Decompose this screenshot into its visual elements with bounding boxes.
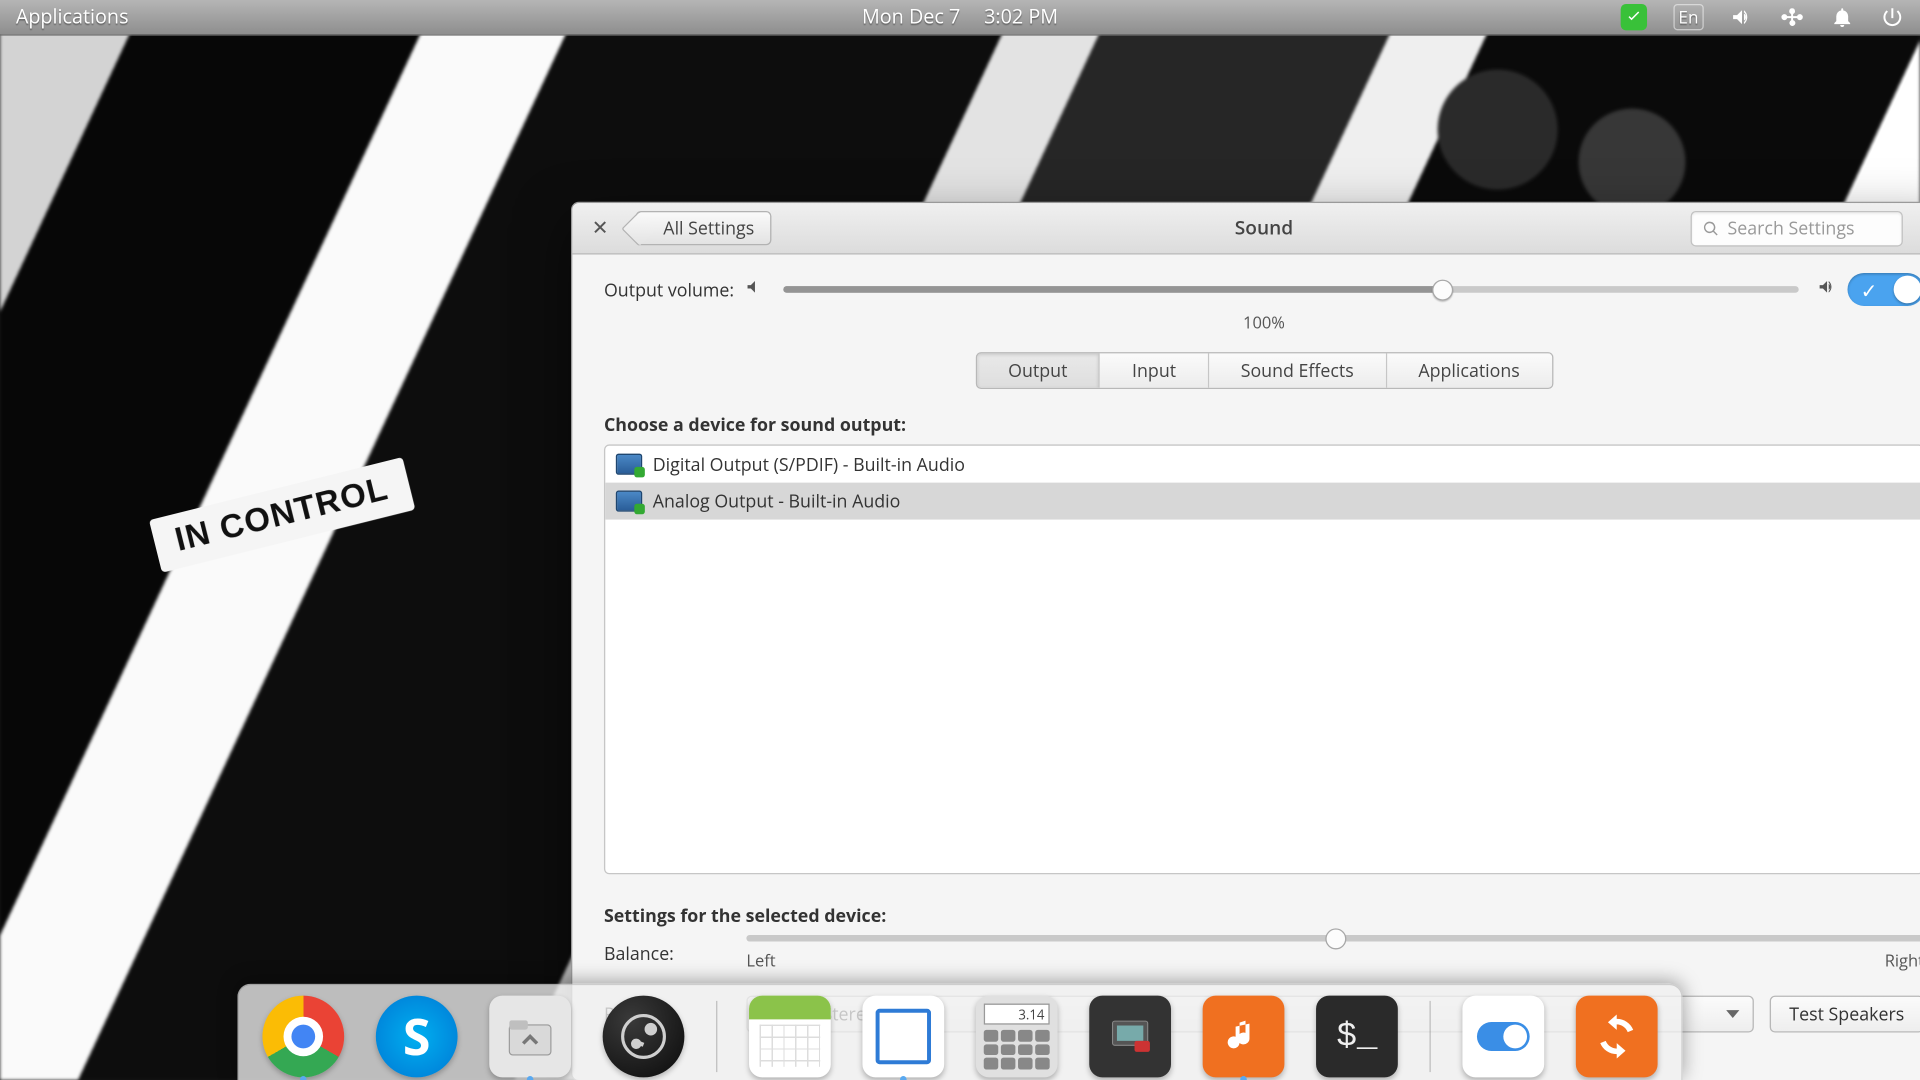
output-volume-label: Output volume:	[604, 278, 734, 302]
dock-update-icon[interactable]	[1576, 996, 1658, 1078]
output-device-list: Digital Output (S/PDIF) - Built-in Audio…	[604, 444, 1920, 874]
tab-output[interactable]: Output	[976, 353, 1100, 387]
dock-screenshot-icon[interactable]	[1089, 996, 1171, 1078]
dock-files-icon[interactable]	[489, 996, 571, 1078]
sound-tabs: Output Input Sound Effects Applications	[975, 352, 1553, 389]
sound-settings-window: ✕ All Settings Sound Search Settings Out…	[571, 202, 1920, 1080]
tab-sound-effects[interactable]: Sound Effects	[1209, 353, 1387, 387]
applications-menu[interactable]: Applications	[16, 4, 129, 30]
notifications-indicator-icon[interactable]	[1830, 5, 1854, 29]
sound-card-icon	[616, 491, 642, 512]
dock-chrome-icon[interactable]	[262, 996, 344, 1078]
tab-applications[interactable]: Applications	[1387, 353, 1552, 387]
search-placeholder: Search Settings	[1727, 216, 1854, 240]
dock-separator	[716, 1001, 717, 1072]
volume-indicator-icon[interactable]	[1730, 5, 1754, 29]
balance-left-label: Left	[746, 949, 775, 971]
output-volume-slider[interactable]	[783, 286, 1799, 293]
network-indicator-icon[interactable]	[1780, 5, 1804, 29]
search-icon	[1702, 220, 1719, 237]
choose-device-header: Choose a device for sound output:	[604, 413, 1920, 437]
window-titlebar[interactable]: ✕ All Settings Sound Search Settings	[572, 203, 1920, 254]
device-row[interactable]: Analog Output - Built-in Audio	[605, 483, 1920, 520]
dock-steam-icon[interactable]	[603, 996, 685, 1078]
device-label: Digital Output (S/PDIF) - Built-in Audio	[653, 452, 965, 476]
selected-device-settings-header: Settings for the selected device:	[604, 903, 1920, 927]
device-row[interactable]: Digital Output (S/PDIF) - Built-in Audio	[605, 446, 1920, 483]
chevron-down-icon	[1726, 1010, 1739, 1018]
power-indicator-icon[interactable]	[1880, 5, 1904, 29]
dock-terminal-icon[interactable]: $_	[1316, 996, 1398, 1078]
keyboard-layout-indicator[interactable]: En	[1673, 4, 1704, 30]
tab-input[interactable]: Input	[1100, 353, 1209, 387]
volume-low-icon	[745, 277, 765, 302]
dock-calculator-icon[interactable]: 3.14	[976, 996, 1058, 1078]
dock-calendar-icon[interactable]	[749, 996, 831, 1078]
search-settings-input[interactable]: Search Settings	[1691, 210, 1903, 246]
output-mute-toggle[interactable]: ✓	[1847, 273, 1920, 306]
panel-date[interactable]: Mon Dec 7	[862, 4, 960, 30]
dock: S 3.14 $_	[237, 984, 1682, 1080]
dock-music-icon[interactable]	[1203, 996, 1285, 1078]
balance-slider[interactable]	[746, 935, 1920, 942]
window-title: Sound	[1235, 216, 1293, 241]
all-settings-back-button[interactable]: All Settings	[636, 211, 772, 245]
device-label: Analog Output - Built-in Audio	[653, 489, 901, 513]
sound-card-icon	[616, 454, 642, 475]
dock-skype-icon[interactable]: S	[376, 996, 458, 1078]
maximize-icon[interactable]	[1916, 215, 1920, 241]
calc-display: 3.14	[984, 1004, 1050, 1025]
test-speakers-button[interactable]: Test Speakers	[1770, 996, 1920, 1033]
dock-tweaks-icon[interactable]	[1462, 996, 1544, 1078]
panel-time[interactable]: 3:02 PM	[984, 4, 1058, 30]
dock-document-icon[interactable]	[862, 996, 944, 1078]
balance-right-label: Right	[1885, 949, 1920, 971]
balance-label: Balance:	[604, 942, 731, 966]
close-icon[interactable]: ✕	[586, 214, 615, 243]
top-panel: Applications Mon Dec 7 3:02 PM En	[0, 0, 1920, 36]
update-indicator-icon[interactable]	[1620, 4, 1646, 30]
output-volume-percent: 100%	[604, 311, 1920, 333]
dock-separator	[1429, 1001, 1430, 1072]
volume-high-icon	[1817, 277, 1837, 302]
